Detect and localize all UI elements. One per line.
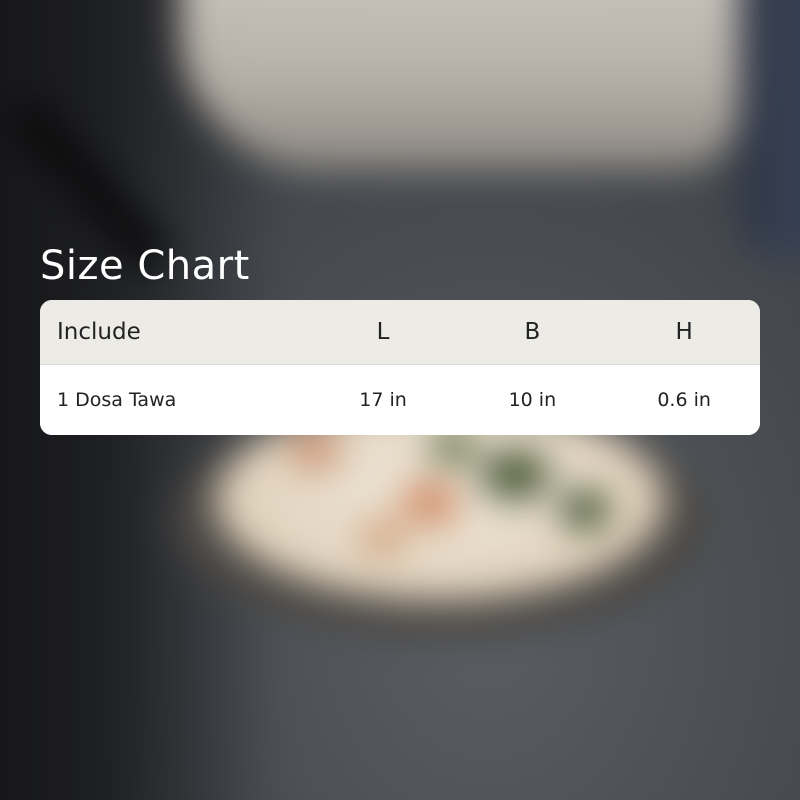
cell-include: 1 Dosa Tawa (57, 389, 177, 411)
cell-breadth: 10 in (508, 389, 557, 411)
header-breadth: B (524, 319, 541, 345)
topping (480, 450, 550, 500)
size-table: Include L B H 1 Dosa Tawa 17 in 10 in 0.… (40, 300, 760, 435)
table-header-row: Include L B H (40, 300, 760, 365)
topping (360, 520, 405, 555)
size-chart-graphic: Size Chart Include L B H 1 Dosa Tawa 17 … (0, 0, 800, 800)
bottle (740, 0, 800, 260)
table-row: 1 Dosa Tawa 17 in 10 in 0.6 in (40, 365, 760, 435)
topping (430, 430, 475, 465)
cloth (180, 0, 740, 170)
cell-height: 0.6 in (657, 389, 711, 411)
topping (560, 490, 610, 530)
header-include: Include (57, 319, 141, 345)
cell-length: 17 in (359, 389, 407, 411)
header-height: H (675, 319, 693, 345)
topping (290, 430, 340, 470)
page-title: Size Chart (40, 243, 250, 289)
topping (400, 480, 460, 525)
header-length: L (376, 319, 390, 345)
